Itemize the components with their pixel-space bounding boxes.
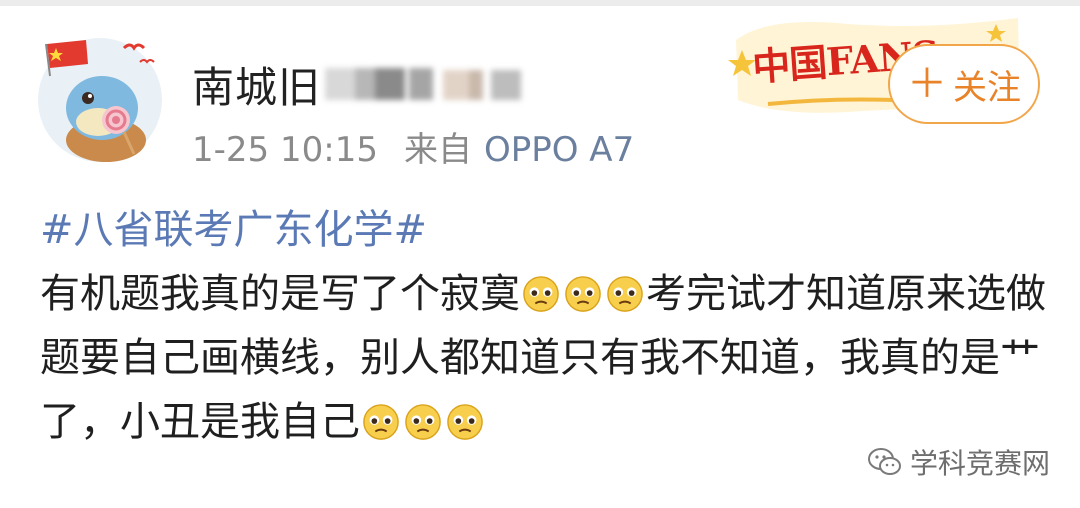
plus-icon: ＋ — [907, 61, 947, 107]
watermark: 学科竞赛网 — [868, 442, 1050, 482]
follow-label: 关注 — [953, 67, 1021, 108]
username-row: 南城旧 — [192, 56, 525, 112]
source-label: 来自 — [403, 130, 472, 170]
pleading-face-icon — [523, 276, 559, 312]
device-name[interactable]: OPPO A7 — [484, 130, 634, 170]
post-content: #八省联考广东化学# 有机题我真的是写了个寂寞 考完试才知道原来选做题要自己画横线… — [40, 198, 1050, 454]
pleading-face-icon — [607, 276, 643, 312]
username[interactable]: 南城旧 — [192, 54, 321, 115]
follow-button[interactable]: ＋ 关注 — [888, 44, 1040, 124]
wechat-icon — [868, 448, 901, 475]
post-text-part1: 有机题我真的是写了个寂寞 — [40, 271, 520, 317]
pleading-face-icon — [565, 276, 601, 312]
post-time: 1-25 10:15 — [192, 130, 378, 170]
hashtag-link[interactable]: #八省联考广东化学# — [40, 198, 1050, 262]
top-edge — [0, 0, 1080, 6]
watermark-text: 学科竞赛网 — [910, 447, 1051, 480]
user-avatar[interactable] — [36, 36, 164, 164]
pleading-face-icon — [447, 404, 483, 440]
pleading-face-icon — [363, 404, 399, 440]
blurred-username — [325, 68, 522, 100]
pleading-face-icon — [405, 404, 441, 440]
post-meta: 1-25 10:15 来自 OPPO A7 — [192, 122, 634, 171]
